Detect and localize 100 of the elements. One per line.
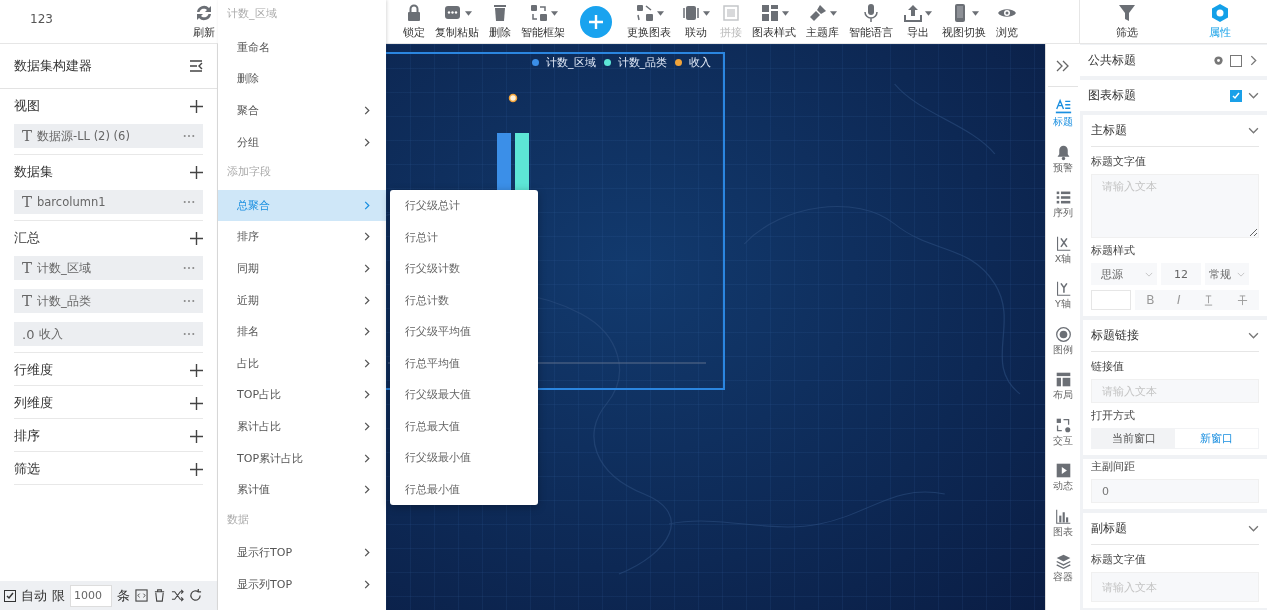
code-icon[interactable]: [135, 589, 148, 602]
menu-item[interactable]: 行总平均值: [390, 347, 538, 379]
caret-icon: [925, 10, 932, 16]
more-icon[interactable]: [183, 134, 195, 138]
chevron-icon[interactable]: [1248, 90, 1259, 101]
menu-item[interactable]: 行总最大值: [390, 410, 538, 442]
reload-icon[interactable]: [189, 589, 202, 602]
menu-item[interactable]: TOP累计占比: [218, 442, 386, 474]
underline-icon[interactable]: [1203, 294, 1215, 306]
menu-item[interactable]: TOP占比: [218, 379, 386, 411]
gear-icon[interactable]: [1213, 55, 1224, 66]
microphone-icon: [861, 3, 881, 23]
side-nav-item[interactable]: Y轴: [1054, 273, 1072, 319]
menu-item[interactable]: 占比: [218, 347, 386, 380]
field-item[interactable]: T barcolumn1: [14, 190, 203, 214]
side-nav-item[interactable]: 动态: [1053, 455, 1073, 501]
add-icon[interactable]: [190, 396, 203, 410]
menu-item[interactable]: 行父级最小值: [390, 442, 538, 474]
menu-item[interactable]: 行总计: [390, 221, 538, 253]
chevron-icon[interactable]: [1248, 55, 1259, 66]
add-icon[interactable]: [190, 363, 203, 377]
toolbar-button[interactable]: 智能框架: [518, 3, 568, 40]
toolbar-button[interactable]: 图表样式: [749, 3, 799, 40]
add-icon[interactable]: [190, 165, 203, 179]
segment-option[interactable]: 新窗口: [1175, 429, 1258, 448]
menu-item[interactable]: 累计值: [218, 473, 386, 506]
menu-item[interactable]: 聚合: [218, 94, 386, 127]
menu-item[interactable]: 行总最小值: [390, 473, 538, 505]
toolbar-button[interactable]: 导出: [900, 3, 935, 40]
menu-item[interactable]: 行父级最大值: [390, 379, 538, 411]
menu-item[interactable]: 删除: [218, 63, 386, 95]
menu-item[interactable]: 累计占比: [218, 410, 386, 443]
menu-item[interactable]: 同期: [218, 252, 386, 285]
toolbar-button[interactable]: 智能语言: [846, 3, 896, 40]
side-nav-item[interactable]: 图表: [1053, 500, 1073, 546]
trash-icon[interactable]: [153, 589, 166, 602]
menu-item[interactable]: 显示列TOP: [218, 568, 386, 601]
checkbox[interactable]: [1230, 54, 1242, 67]
field-item[interactable]: T 计数_区域: [14, 256, 203, 280]
strikethrough-icon[interactable]: [1236, 294, 1248, 306]
side-nav-item[interactable]: 容器: [1053, 546, 1073, 592]
checkbox[interactable]: [1230, 89, 1242, 102]
field-label: 标题文字值: [1091, 154, 1147, 169]
toolbar-button[interactable]: 复制粘贴: [432, 3, 482, 40]
chevron-icon[interactable]: [1248, 330, 1259, 341]
more-icon[interactable]: [183, 266, 195, 270]
brush-icon: [808, 3, 828, 23]
segment-option[interactable]: 当前窗口: [1092, 429, 1175, 448]
upload-icon: [903, 3, 923, 23]
toolbar-button[interactable]: 浏览: [993, 3, 1021, 40]
menu-item[interactable]: 排序: [218, 221, 386, 253]
menu-item[interactable]: 行父级计数: [390, 253, 538, 285]
add-icon[interactable]: [190, 231, 203, 245]
weight-select[interactable]: 常规: [1205, 263, 1249, 285]
side-nav-item[interactable]: X轴: [1054, 227, 1072, 273]
chevron-icon[interactable]: [1248, 523, 1259, 534]
panel-tab[interactable]: 筛选: [1080, 0, 1174, 43]
limit-field[interactable]: 1000: [70, 584, 112, 607]
font-select[interactable]: 思源: [1091, 263, 1157, 285]
collapse-icon[interactable]: [189, 60, 203, 72]
more-icon[interactable]: [183, 332, 195, 336]
size-field[interactable]: 12: [1161, 263, 1201, 285]
menu-item[interactable]: 行父级总计: [390, 190, 538, 222]
side-nav-item[interactable]: 布局: [1053, 364, 1073, 410]
side-nav-item[interactable]: 预警: [1053, 136, 1073, 182]
gap-field[interactable]: 0: [1091, 479, 1259, 503]
menu-item[interactable]: 行父级平均值: [390, 316, 538, 348]
toolbar-button[interactable]: 视图切换: [939, 3, 989, 40]
menu-item[interactable]: 近期: [218, 284, 386, 316]
side-nav-item[interactable]: 交互: [1053, 409, 1073, 455]
color-swatch[interactable]: [1091, 290, 1131, 310]
side-nav-item[interactable]: 序列: [1053, 182, 1073, 228]
toolbar-button[interactable]: 更换图表: [624, 3, 674, 40]
shuffle-icon[interactable]: [171, 589, 184, 602]
menu-item[interactable]: 重命名: [218, 31, 386, 64]
add-button[interactable]: [580, 5, 612, 38]
side-nav-item[interactable]: 图例: [1053, 318, 1073, 364]
chevron-icon[interactable]: [1248, 125, 1259, 136]
field-item[interactable]: .0 收入: [14, 322, 203, 346]
chevron-icon: [364, 422, 370, 431]
auto-checkbox[interactable]: [4, 589, 16, 602]
expand-icon[interactable]: [1056, 60, 1070, 72]
menu-group-label: 数据: [226, 511, 250, 528]
add-icon[interactable]: [190, 429, 203, 443]
more-icon[interactable]: [183, 299, 195, 303]
toolbar-button[interactable]: 联动: [678, 3, 713, 40]
menu-item[interactable]: 排名: [218, 315, 386, 348]
menu-item[interactable]: 分组: [218, 126, 386, 158]
menu-item[interactable]: 显示行TOP: [218, 537, 386, 569]
more-icon[interactable]: [183, 200, 195, 204]
toolbar-button[interactable]: 锁定: [400, 3, 428, 40]
field-item[interactable]: T 数据源-LL (2) (6): [14, 124, 203, 148]
menu-item[interactable]: 行总计数: [390, 284, 538, 316]
field-item[interactable]: T 计数_品类: [14, 289, 203, 313]
side-nav-item[interactable]: 标题: [1053, 91, 1073, 137]
refresh-button[interactable]: 刷新: [190, 3, 218, 40]
add-icon[interactable]: [190, 462, 203, 476]
toolbar-button[interactable]: 主题库: [803, 3, 842, 40]
add-icon[interactable]: [190, 99, 203, 113]
toolbar-button[interactable]: 删除: [486, 3, 514, 40]
